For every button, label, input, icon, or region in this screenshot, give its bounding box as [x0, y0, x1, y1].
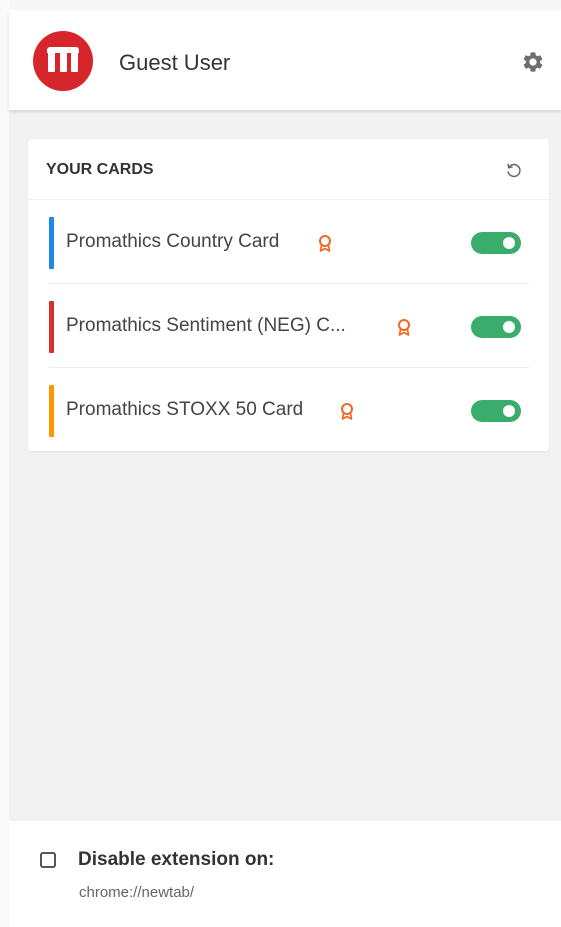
award-badge-icon: [398, 319, 410, 336]
gear-icon[interactable]: [521, 50, 545, 74]
card-toggle[interactable]: [471, 316, 521, 338]
award-badge-icon: [319, 235, 331, 252]
popup-top-strip: [9, 0, 561, 10]
card-color-bar: [49, 217, 54, 269]
disable-extension-checkbox[interactable]: [40, 852, 56, 868]
panel-title: YOUR CARDS: [46, 161, 154, 178]
user-name: Guest User: [119, 50, 231, 75]
disable-extension-label[interactable]: Disable extension on:: [78, 849, 274, 871]
card-name: Promathics Sentiment (NEG) C...: [66, 315, 346, 336]
refresh-icon[interactable]: [503, 159, 525, 181]
card-row: Promathics Country Card: [28, 200, 549, 284]
card-toggle[interactable]: [471, 400, 521, 422]
your-cards-panel: YOUR CARDS Promathics Country Card Proma…: [28, 139, 549, 451]
extension-popup: Guest User YOUR CARDS Promathics Country…: [9, 0, 561, 927]
card-name: Promathics Country Card: [66, 231, 280, 252]
award-badge-icon: [341, 403, 353, 420]
popup-header: Guest User: [9, 10, 561, 110]
promathics-logo-icon: [33, 31, 93, 91]
popup-footer: Disable extension on: chrome://newtab/: [9, 821, 561, 927]
card-color-bar: [49, 301, 54, 353]
card-row: Promathics STOXX 50 Card: [28, 368, 549, 452]
current-url: chrome://newtab/: [79, 884, 195, 901]
card-color-bar: [49, 385, 54, 437]
card-toggle[interactable]: [471, 232, 521, 254]
card-name: Promathics STOXX 50 Card: [66, 399, 304, 420]
card-row: Promathics Sentiment (NEG) C...: [28, 284, 549, 368]
